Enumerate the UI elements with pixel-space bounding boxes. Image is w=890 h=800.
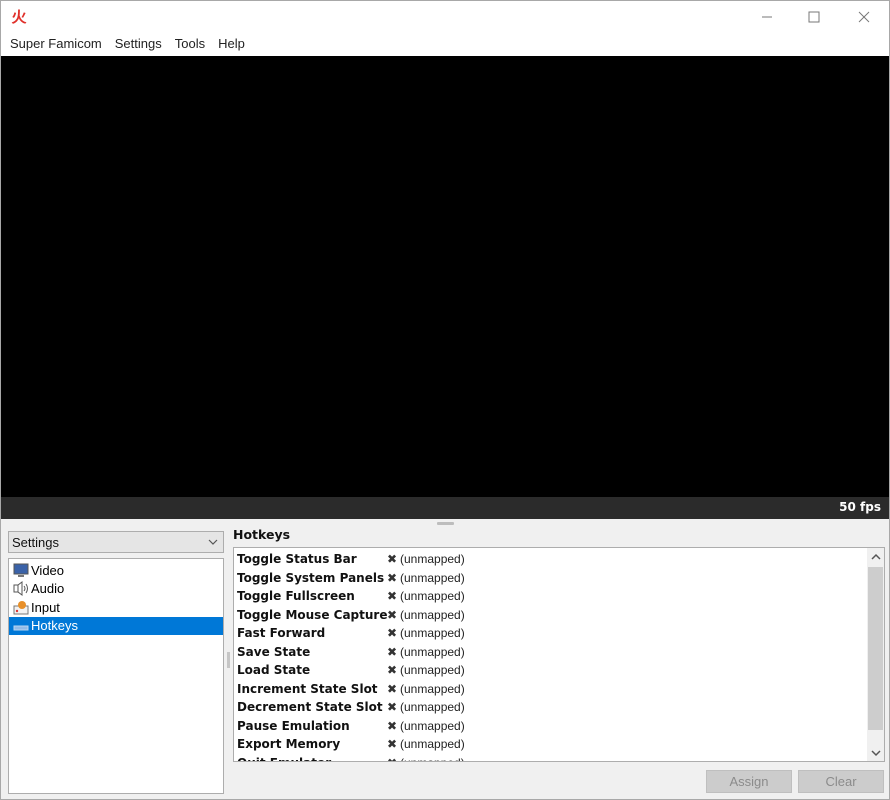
app-window: 火 Super Famicom Settings Tools Help 50 f… xyxy=(0,0,890,800)
hotkey-name: Quit Emulator xyxy=(237,756,384,761)
unmapped-x-icon: ✖ xyxy=(386,552,398,567)
tree-item-hotkeys[interactable]: Hotkeys xyxy=(9,616,223,635)
hotkey-mapping: (unmapped) xyxy=(400,700,465,715)
chevron-down-icon xyxy=(870,749,881,756)
unmapped-x-icon: ✖ xyxy=(386,570,398,585)
tree-item-label: Video xyxy=(31,562,65,578)
menu-settings[interactable]: Settings xyxy=(110,33,167,55)
tree-item-video[interactable]: Video xyxy=(9,561,223,580)
hotkey-mapping: (unmapped) xyxy=(400,644,465,659)
maximize-button[interactable] xyxy=(791,1,837,33)
minimize-button[interactable] xyxy=(744,1,790,33)
unmapped-x-icon: ✖ xyxy=(384,756,400,761)
hotkeys-scrollbar[interactable] xyxy=(867,548,884,761)
hotkey-row[interactable]: Quit Emulator✖(unmapped) xyxy=(237,754,857,761)
chevron-down-icon xyxy=(208,535,218,552)
tree-item-audio[interactable]: Audio xyxy=(9,580,223,599)
hotkey-name: Export Memory xyxy=(237,737,341,752)
hotkey-name: Toggle System Panels xyxy=(237,570,385,585)
chevron-up-icon xyxy=(870,553,881,560)
scroll-down-button[interactable] xyxy=(867,744,884,761)
unmapped-x-icon: ✖ xyxy=(386,700,398,715)
hotkey-name: Save State xyxy=(237,644,311,659)
vertical-splitter-handle[interactable] xyxy=(227,652,230,668)
menu-bar: Super Famicom Settings Tools Help xyxy=(1,33,889,55)
hotkey-mapping: (unmapped) xyxy=(400,552,465,567)
hotkey-row[interactable]: Decrement State Slot ✖ (unmapped) xyxy=(237,698,857,717)
hotkey-row[interactable]: Export Memory ✖ (unmapped) xyxy=(237,735,857,754)
hotkey-name: Increment State Slot xyxy=(237,681,378,696)
system-panel: Settings Video Audio Input Hotkeys Hotke… xyxy=(1,519,889,799)
hotkey-mapping: (unmapped) xyxy=(400,589,465,604)
app-logo-icon: 火 xyxy=(11,8,27,26)
hotkey-name: Load State xyxy=(237,663,311,678)
hotkey-name: Toggle Fullscreen xyxy=(237,589,355,604)
tree-item-label: Input xyxy=(31,599,60,615)
gamepad-icon xyxy=(12,599,29,615)
tree-item-label: Audio xyxy=(31,581,65,597)
hotkey-row[interactable]: Load State ✖ (unmapped) xyxy=(237,661,857,680)
hotkey-mapping: (unmapped) xyxy=(400,681,465,696)
keyboard-icon xyxy=(12,618,29,634)
hotkey-mapping: (unmapped) xyxy=(400,718,465,733)
unmapped-x-icon: ✖ xyxy=(386,589,398,604)
panel-select-value: Settings xyxy=(12,534,59,550)
monitor-icon xyxy=(12,562,29,578)
tree-item-label: Hotkeys xyxy=(31,618,78,634)
hotkey-mapping: (unmapped) xyxy=(400,756,465,761)
hotkey-row[interactable]: Toggle Status Bar ✖ (unmapped) xyxy=(237,550,857,569)
hotkey-mapping: (unmapped) xyxy=(400,570,465,585)
status-bar: 50 fps xyxy=(1,497,889,519)
hotkey-name: Decrement State Slot xyxy=(237,700,383,715)
unmapped-x-icon: ✖ xyxy=(386,718,398,733)
unmapped-x-icon: ✖ xyxy=(386,737,398,752)
maximize-icon xyxy=(808,11,820,23)
hotkey-name: Fast Forward xyxy=(237,626,326,641)
hotkey-row[interactable]: Toggle Fullscreen ✖ (unmapped) xyxy=(237,587,857,606)
tree-item-input[interactable]: Input xyxy=(9,598,223,617)
hotkey-row[interactable]: Toggle System Panels ✖ (unmapped) xyxy=(237,569,857,588)
hotkeys-heading: Hotkeys xyxy=(233,527,291,542)
assign-button[interactable]: Assign xyxy=(706,770,792,793)
title-bar: 火 xyxy=(1,1,889,33)
panel-select-dropdown[interactable]: Settings xyxy=(8,531,224,553)
unmapped-x-icon: ✖ xyxy=(386,644,398,659)
hotkey-mapping: (unmapped) xyxy=(400,626,465,641)
hotkey-mapping: (unmapped) xyxy=(400,607,465,622)
hotkey-row[interactable]: Fast Forward ✖ (unmapped) xyxy=(237,624,857,643)
hotkey-row[interactable]: Pause Emulation ✖ (unmapped) xyxy=(237,717,857,736)
menu-super-famicom[interactable]: Super Famicom xyxy=(5,33,107,55)
minimize-icon xyxy=(762,16,772,18)
menu-help[interactable]: Help xyxy=(213,33,250,55)
close-button[interactable] xyxy=(841,1,887,33)
panel-resize-handle[interactable] xyxy=(437,522,454,525)
hotkey-name: Pause Emulation xyxy=(237,718,350,733)
hotkey-mapping: (unmapped) xyxy=(400,663,465,678)
unmapped-x-icon: ✖ xyxy=(386,626,398,641)
close-icon xyxy=(858,11,870,23)
hotkey-mapping: (unmapped) xyxy=(400,737,465,752)
hotkeys-list: Toggle Status Bar ✖ (unmapped) Toggle Syste… xyxy=(233,547,885,762)
speaker-icon xyxy=(12,581,29,597)
hotkey-row[interactable]: Save State ✖ (unmapped) xyxy=(237,643,857,662)
fps-counter: 50 fps xyxy=(839,500,881,514)
unmapped-x-icon: ✖ xyxy=(386,663,398,678)
hotkey-row[interactable]: Toggle Mouse Capture ✖ (unmapped) xyxy=(237,606,857,625)
scroll-up-button[interactable] xyxy=(867,548,884,565)
hotkey-name: Toggle Mouse Capture xyxy=(237,607,388,622)
menu-tools[interactable]: Tools xyxy=(170,33,210,55)
unmapped-x-icon: ✖ xyxy=(386,607,398,622)
hotkey-row[interactable]: Increment State Slot ✖ (unmapped) xyxy=(237,680,857,699)
clear-button[interactable]: Clear xyxy=(798,770,884,793)
hotkey-name: Toggle Status Bar xyxy=(237,552,357,567)
settings-tree: Video Audio Input Hotkeys xyxy=(8,558,224,794)
scrollbar-thumb[interactable] xyxy=(868,567,883,730)
unmapped-x-icon: ✖ xyxy=(386,681,398,696)
emulator-viewport[interactable] xyxy=(1,56,889,497)
